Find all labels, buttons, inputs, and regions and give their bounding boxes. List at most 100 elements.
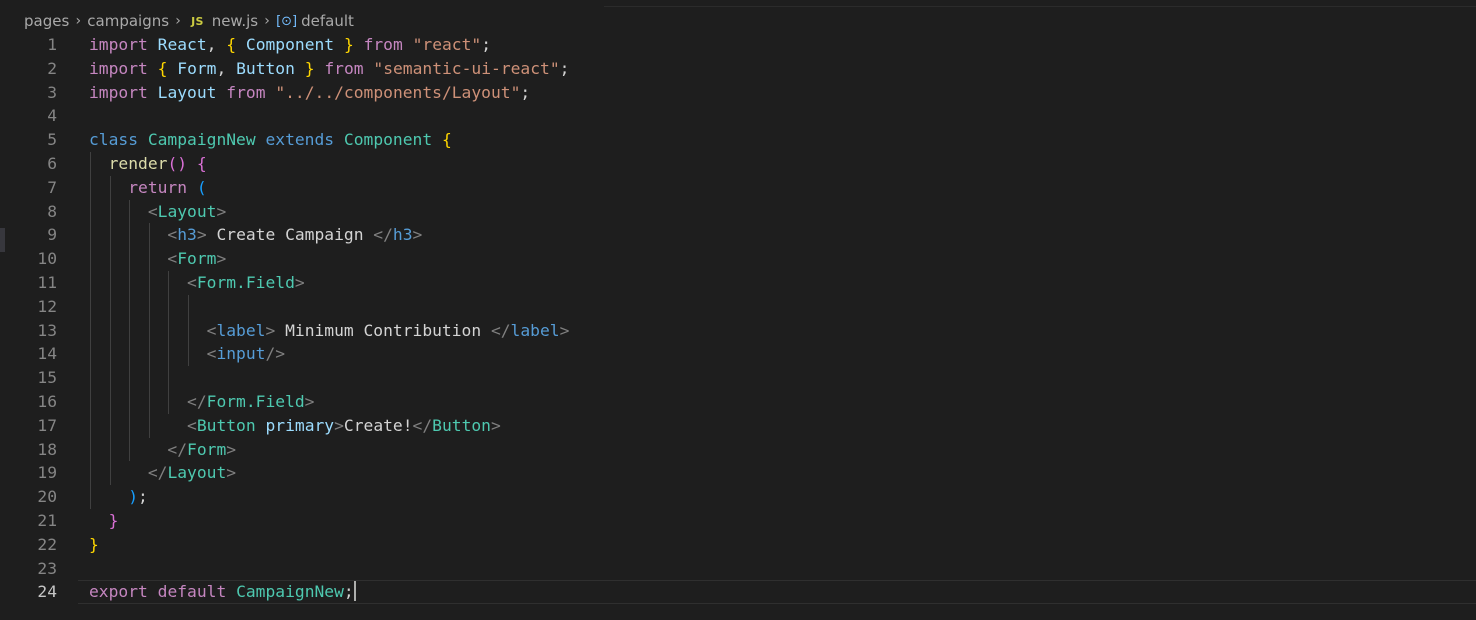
breadcrumb-segment-campaigns[interactable]: campaigns (87, 12, 169, 30)
code-token: CampaignNew (147, 130, 256, 150)
code-token: "../../components/Layout" (275, 82, 521, 102)
line-number[interactable]: 18 (0, 438, 57, 462)
code-line[interactable]: 15 (0, 366, 1476, 390)
code-text: </Form.Field> (89, 390, 314, 414)
code-token: Create! (343, 415, 413, 435)
line-number[interactable]: 7 (0, 176, 57, 200)
line-number[interactable]: 9 (0, 223, 57, 247)
code-text: } (89, 509, 119, 533)
code-line[interactable]: 1 import React, { Component } from "react… (0, 33, 1476, 57)
code-token: () (167, 153, 188, 173)
code-token: Component (343, 130, 433, 150)
breadcrumb-file-name[interactable]: new.js (212, 12, 258, 30)
code-token: extends (265, 130, 335, 150)
line-number[interactable]: 14 (0, 342, 57, 366)
code-line[interactable]: 9 <h3> Create Campaign </h3> (0, 223, 1476, 247)
line-number[interactable]: 11 (0, 271, 57, 295)
code-line[interactable]: 6 render() { (0, 152, 1476, 176)
code-text: class CampaignNew extends Component { (89, 128, 452, 152)
code-text: import Layout from "../../components/Lay… (89, 81, 530, 105)
line-number[interactable]: 1 (0, 33, 57, 57)
code-line[interactable]: 24 export default CampaignNew; (0, 580, 1476, 605)
code-token: h3 (177, 225, 197, 245)
code-token: Minimum Contribution (275, 320, 491, 340)
code-line[interactable]: 12 (0, 295, 1476, 319)
code-line[interactable]: 2 import { Form, Button } from "semantic-… (0, 57, 1476, 81)
code-line[interactable]: 7 return ( (0, 176, 1476, 200)
code-token: render (108, 153, 168, 173)
indent-guide (90, 152, 91, 509)
code-line[interactable]: 21 } (0, 509, 1476, 533)
breadcrumb-segment-pages[interactable]: pages (24, 12, 69, 30)
line-number[interactable]: 4 (0, 104, 57, 128)
code-token: "semantic-ui-react" (373, 58, 560, 78)
code-line[interactable]: 16 </Form.Field> (0, 390, 1476, 414)
line-number[interactable]: 17 (0, 414, 57, 438)
line-number[interactable]: 3 (0, 81, 57, 105)
code-line[interactable]: 8 <Layout> (0, 200, 1476, 224)
code-editor[interactable]: 1 import React, { Component } from "react… (0, 33, 1476, 605)
code-line[interactable]: 11 <Form.Field> (0, 271, 1476, 295)
line-number[interactable]: 6 (0, 152, 57, 176)
line-number[interactable]: 8 (0, 200, 57, 224)
line-number[interactable]: 16 (0, 390, 57, 414)
line-number[interactable]: 21 (0, 509, 57, 533)
code-line[interactable]: 13 <label> Minimum Contribution </label> (0, 319, 1476, 343)
line-number[interactable]: 10 (0, 247, 57, 271)
code-line[interactable]: 23 (0, 557, 1476, 581)
line-number[interactable]: 13 (0, 319, 57, 343)
code-token: < (147, 201, 158, 221)
code-line[interactable]: 5 class CampaignNew extends Component { (0, 128, 1476, 152)
line-number[interactable]: 15 (0, 366, 57, 390)
code-text: <Button primary>Create!</Button> (89, 414, 501, 438)
line-number[interactable]: 22 (0, 533, 57, 557)
code-token: > (226, 463, 237, 483)
code-token: > (216, 201, 227, 221)
code-line[interactable]: 18 </Form> (0, 438, 1476, 462)
code-token: from (226, 82, 266, 102)
code-token: label (510, 320, 560, 340)
code-line[interactable]: 10 <Form> (0, 247, 1476, 271)
code-line[interactable]: 20 ); (0, 485, 1476, 509)
line-number[interactable]: 23 (0, 557, 57, 581)
line-number[interactable]: 19 (0, 461, 57, 485)
line-number[interactable]: 5 (0, 128, 57, 152)
code-token: Button (196, 415, 256, 435)
code-text: return ( (89, 176, 206, 200)
line-number[interactable]: 2 (0, 57, 57, 81)
code-line[interactable]: 4 (0, 104, 1476, 128)
code-token: </ (490, 320, 511, 340)
code-line[interactable]: 14 <input/> (0, 342, 1476, 366)
line-number[interactable]: 24 (0, 580, 57, 604)
code-token: < (206, 344, 217, 364)
code-token: > (304, 391, 315, 411)
line-number[interactable]: 12 (0, 295, 57, 319)
code-token: </ (412, 415, 433, 435)
code-token: Form.Field (196, 272, 295, 292)
code-line[interactable]: 19 </Layout> (0, 461, 1476, 485)
code-line[interactable]: 22} (0, 533, 1476, 557)
line-number[interactable]: 20 (0, 485, 57, 509)
code-line[interactable]: 17 <Button primary>Create!</Button> (0, 414, 1476, 438)
code-token: Button (432, 415, 491, 435)
code-line[interactable]: 3 import Layout from "../../components/La… (0, 81, 1476, 105)
tab-bar-divider (604, 6, 1476, 7)
breadcrumb-symbol-name[interactable]: default (301, 12, 354, 30)
code-text: </Layout> (89, 461, 236, 485)
code-token: </ (147, 463, 168, 483)
code-token: "react" (412, 35, 482, 54)
